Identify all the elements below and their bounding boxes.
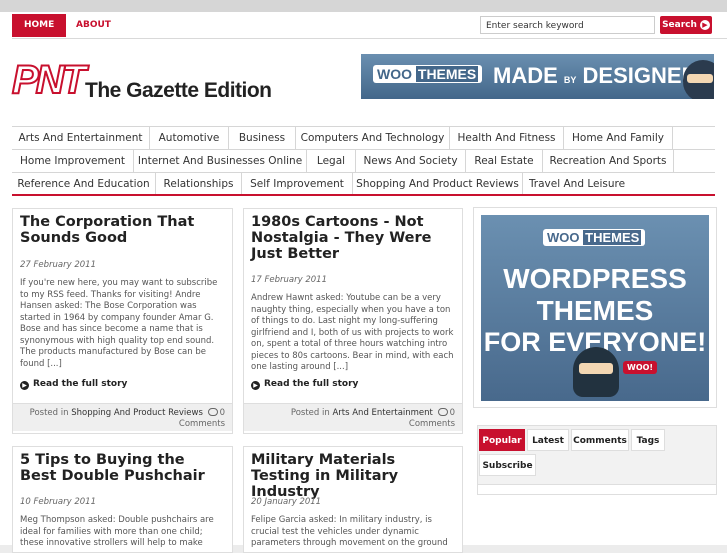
search-button[interactable]: Search ▶ — [660, 16, 712, 34]
post-excerpt: Andrew Hawnt asked: Youtube can be a ver… — [251, 293, 454, 372]
nav-about-link[interactable]: ABOUT — [64, 14, 123, 37]
read-more-label: Read the full story — [33, 379, 128, 389]
category-link[interactable]: Home Improvement — [12, 150, 134, 172]
tab-popular[interactable]: Popular — [479, 429, 525, 451]
post-date: 27 February 2011 — [20, 260, 96, 270]
post-card: Military Materials Testing in Military I… — [243, 446, 463, 553]
ad-line-themes: THEMES — [536, 295, 654, 326]
category-link[interactable]: Relationships — [156, 173, 242, 195]
category-link[interactable]: News And Society — [356, 150, 466, 172]
post-excerpt: Felipe Garcia asked: In military industr… — [251, 515, 448, 548]
comments-link[interactable]: Comments — [409, 419, 455, 429]
post-card: 1980s Cartoons - Not Nostalgia - They We… — [243, 208, 463, 434]
banner-slogan: MADE BY DESIGNERS — [493, 63, 712, 89]
category-link[interactable]: Recreation And Sports — [543, 150, 674, 172]
posted-in-label: Posted in — [29, 408, 69, 418]
read-more-link[interactable]: ▶ Read the full story — [20, 379, 127, 390]
woothemes-logo: WOO THEMES — [373, 65, 483, 83]
post-title[interactable]: 1980s Cartoons - Not Nostalgia - They We… — [251, 214, 456, 262]
category-link[interactable]: Shopping And Product Reviews — [353, 173, 523, 195]
category-link[interactable]: Computers And Technology — [296, 127, 450, 149]
tab-latest[interactable]: Latest — [527, 429, 569, 451]
category-link[interactable]: Self Improvement — [242, 173, 353, 195]
themes-text: THEMES — [415, 66, 479, 82]
post-excerpt: If you're new here, you may want to subs… — [20, 278, 218, 369]
browser-top-strip — [0, 0, 727, 12]
category-link[interactable]: Home And Family — [564, 127, 673, 149]
category-link[interactable]: Legal — [307, 150, 356, 172]
site-title: The Gazette Edition — [85, 79, 272, 102]
comment-icon — [437, 408, 448, 416]
category-link[interactable]: Real Estate — [466, 150, 543, 172]
comment-icon — [207, 408, 218, 416]
post-category-link[interactable]: Shopping And Product Reviews — [71, 408, 203, 418]
post-card: 5 Tips to Buying the Best Double Pushcha… — [12, 446, 233, 553]
post-category-link[interactable]: Arts And Entertainment — [332, 408, 432, 418]
menu-bottom-rule — [12, 194, 715, 196]
category-link[interactable]: Internet And Businesses Online — [134, 150, 307, 172]
woo-text: WOO — [547, 230, 580, 245]
tab-tags[interactable]: Tags — [631, 429, 665, 451]
themes-text: THEMES — [583, 230, 642, 245]
slogan-by: BY — [563, 75, 577, 85]
search-input[interactable]: Enter search keyword — [480, 16, 655, 34]
arrow-circle-icon: ▶ — [251, 381, 260, 390]
post-date: 10 February 2011 — [20, 497, 96, 507]
read-more-link[interactable]: ▶ Read the full story — [251, 379, 358, 390]
post-meta: Posted in Shopping And Product Reviews 0… — [13, 403, 232, 431]
arrow-circle-icon: ▶ — [20, 381, 29, 390]
post-title[interactable]: Military Materials Testing in Military I… — [251, 452, 456, 500]
comments-count[interactable]: 0 — [450, 408, 455, 418]
category-link[interactable]: Travel And Leisure — [523, 173, 631, 195]
top-navigation: HOME ABOUT Enter search keyword Search ▶ — [12, 14, 727, 39]
post-title[interactable]: The Corporation That Sounds Good — [20, 214, 225, 246]
post-meta: Posted in Arts And Entertainment 0 Comme… — [244, 403, 462, 431]
ad-line-wordpress: WORDPRESS — [503, 263, 687, 294]
tab-subscribe[interactable]: Subscribe — [479, 454, 536, 476]
post-date: 20 January 2011 — [251, 497, 322, 507]
read-more-label: Read the full story — [264, 379, 359, 389]
sidebar-ad-box: WOO THEMES WORDPRESS THEMES FOR EVERYONE… — [473, 207, 717, 408]
logo-mark: PNT — [11, 57, 87, 103]
nav-home-link[interactable]: HOME — [12, 14, 67, 37]
post-date: 17 February 2011 — [251, 275, 327, 285]
arrow-right-icon: ▶ — [699, 20, 710, 30]
tab-content — [478, 484, 716, 494]
category-link[interactable]: Arts And Entertainment — [12, 127, 150, 149]
sidebar-ad-banner[interactable]: WOO THEMES WORDPRESS THEMES FOR EVERYONE… — [481, 215, 709, 401]
comments-count[interactable]: 0 — [220, 408, 225, 418]
post-title[interactable]: 5 Tips to Buying the Best Double Pushcha… — [20, 452, 225, 484]
category-link[interactable]: Business — [229, 127, 296, 149]
slogan-made: MADE — [493, 63, 558, 88]
post-card: The Corporation That Sounds Good 27 Febr… — [12, 208, 233, 434]
woo-text: WOO — [377, 66, 412, 82]
posted-in-label: Posted in — [290, 408, 330, 418]
category-link[interactable]: Health And Fitness — [450, 127, 564, 149]
search-button-label: Search — [662, 20, 697, 30]
post-excerpt: Meg Thompson asked: Double pushchairs ar… — [20, 515, 214, 548]
speech-bubble: WOO! — [623, 361, 658, 374]
ninja-mascot-icon — [573, 347, 619, 397]
comments-link[interactable]: Comments — [179, 419, 225, 429]
category-link[interactable]: Reference And Education — [12, 173, 156, 195]
ninja-mascot-icon — [683, 60, 714, 99]
header-ad-banner[interactable]: WOO THEMES MADE BY DESIGNERS — [361, 54, 714, 99]
woothemes-logo: WOO THEMES — [543, 229, 646, 246]
category-link[interactable]: Automotive — [150, 127, 229, 149]
tab-comments[interactable]: Comments — [571, 429, 629, 451]
sidebar-tabs-widget: Popular Latest Comments Tags Subscribe — [477, 425, 717, 495]
